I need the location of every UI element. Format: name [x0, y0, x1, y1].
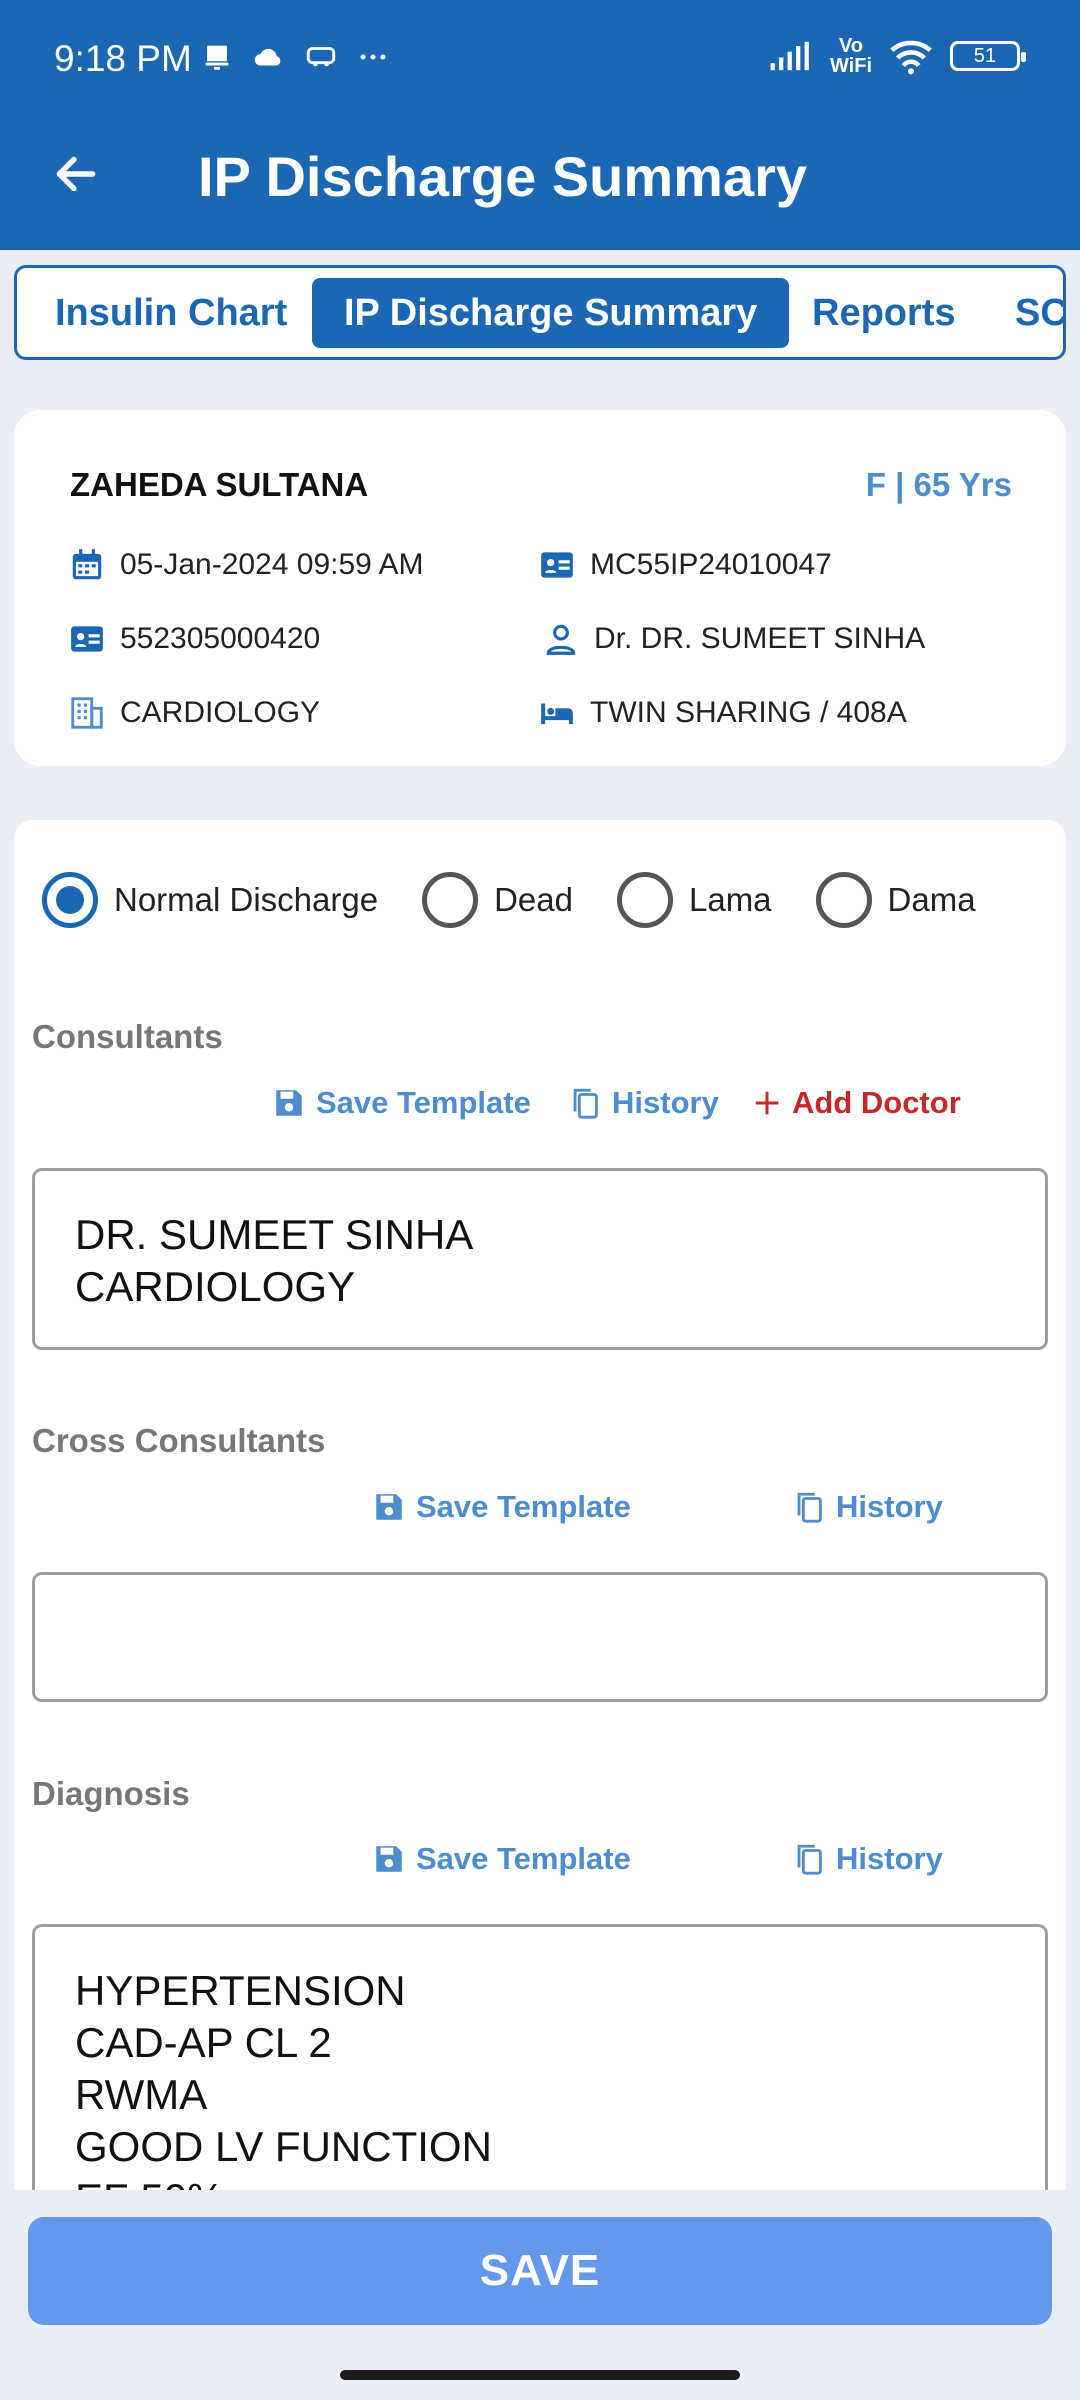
app-header: 9:18 PM Vo WiFi 51 IP Discharge Summary [0, 0, 1080, 250]
ip-number: MC55IP24010047 [590, 548, 832, 581]
save-template-label: Save Template [316, 1085, 531, 1120]
radio-lama[interactable]: Lama [616, 872, 772, 928]
diagnosis-save-template-button[interactable]: Save Template [372, 1841, 631, 1877]
person-icon [546, 624, 576, 655]
id-card-icon [71, 626, 103, 652]
add-doctor-label: Add Doctor [792, 1085, 961, 1120]
consultants-field[interactable]: DR. SUMEET SINHA CARDIOLOGY [32, 1168, 1048, 1350]
doctor-name: Dr. DR. SUMEET SINHA [594, 622, 926, 655]
home-indicator[interactable] [340, 2370, 740, 2380]
arrow-left-icon [56, 156, 96, 192]
cross-consultants-history-button[interactable]: History [792, 1489, 943, 1525]
radio-button-checked[interactable] [42, 872, 98, 928]
add-doctor-button[interactable]: Add Doctor [752, 1085, 961, 1121]
battery-icon: 51 [950, 41, 1026, 71]
radio-label: Dama [887, 881, 976, 918]
diagnosis-title: Diagnosis [32, 1775, 190, 1812]
discharge-type-group: Normal Discharge Dead Lama Dama [42, 872, 1020, 928]
building-icon [71, 697, 103, 729]
cloud-icon [254, 48, 281, 66]
vowifi-top: Vo [838, 35, 864, 57]
cross-consultants-save-template-button[interactable]: Save Template [372, 1489, 631, 1525]
doctor-row: Dr. DR. SUMEET SINHA [542, 620, 925, 658]
radio-label: Dead [494, 881, 573, 918]
bed-row: TWIN SHARING / 408A [538, 694, 907, 732]
patient-name: ZAHEDA SULTANA [70, 466, 369, 503]
status-system-icons: Vo WiFi 51 [764, 36, 1026, 76]
consultants-save-template-button[interactable]: Save Template [272, 1085, 531, 1121]
page-title: IP Discharge Summary [198, 145, 808, 208]
id-card-icon [541, 552, 573, 578]
radio-button[interactable] [616, 872, 673, 928]
status-notification-icons [200, 40, 390, 74]
radio-label: Normal Discharge [114, 881, 379, 918]
more-dots-icon [360, 54, 386, 60]
bus-icon [306, 47, 336, 67]
signal-icon [770, 41, 809, 71]
bed-icon [541, 703, 573, 725]
history-label: History [836, 1841, 943, 1876]
notification-bell-icon [205, 45, 229, 70]
tab-insulin-chart[interactable]: Insulin Chart [55, 278, 287, 348]
discharge-form: Normal Discharge Dead Lama Dama Consulta… [14, 820, 1066, 2190]
save-icon [376, 1494, 402, 1520]
department: CARDIOLOGY [120, 696, 321, 729]
vowifi-bottom: WiFi [829, 55, 872, 77]
wifi-icon [890, 40, 932, 75]
copy-icon [573, 1088, 598, 1119]
radio-dama[interactable]: Dama [815, 872, 976, 928]
cross-consultants-title: Cross Consultants [32, 1422, 326, 1459]
vowifi-icon: Vo WiFi [830, 36, 872, 76]
patient-gender-age: F | 65 Yrs [865, 466, 1012, 503]
copy-icon [797, 1844, 822, 1875]
radio-label: Lama [688, 881, 772, 918]
bed-info: TWIN SHARING / 408A [590, 696, 907, 729]
uhid: 552305000420 [120, 622, 321, 655]
tab-bar: Insulin Chart IP Discharge Summary Repor… [14, 265, 1066, 360]
radio-button[interactable] [815, 872, 872, 928]
radio-button[interactable] [422, 872, 479, 928]
tab-sc[interactable]: SC [1015, 278, 1063, 348]
consultants-history-button[interactable]: History [568, 1085, 719, 1121]
save-template-label: Save Template [416, 1489, 631, 1524]
save-button[interactable]: SAVE [28, 2217, 1052, 2325]
radio-normal-discharge[interactable]: Normal Discharge [42, 872, 378, 928]
calendar-icon [72, 549, 102, 580]
tab-ip-discharge-summary[interactable]: IP Discharge Summary [312, 278, 790, 348]
save-icon [376, 1846, 402, 1872]
uhid-row: 552305000420 [68, 620, 320, 658]
diagnosis-history-button[interactable]: History [792, 1841, 943, 1877]
copy-icon [797, 1492, 822, 1523]
status-bar: 9:18 PM Vo WiFi 51 [0, 0, 1080, 110]
history-label: History [612, 1085, 719, 1120]
save-icon [276, 1090, 302, 1116]
consultants-title: Consultants [32, 1018, 223, 1055]
patient-info-card: ZAHEDA SULTANA F | 65 Yrs 05-Jan-2024 09… [14, 410, 1066, 766]
back-button[interactable] [40, 138, 112, 210]
status-time: 9:18 PM [54, 38, 192, 79]
admit-datetime: 05-Jan-2024 09:59 AM [120, 548, 424, 581]
history-label: History [836, 1489, 943, 1524]
plus-icon [755, 1091, 779, 1115]
tab-reports[interactable]: Reports [812, 278, 956, 348]
diagnosis-field[interactable]: HYPERTENSION CAD-AP CL 2 RWMA GOOD LV FU… [32, 1924, 1048, 2190]
ip-number-row: MC55IP24010047 [538, 546, 832, 584]
admit-date-row: 05-Jan-2024 09:59 AM [68, 546, 424, 584]
department-row: CARDIOLOGY [68, 694, 320, 732]
save-template-label: Save Template [416, 1841, 631, 1876]
radio-dead[interactable]: Dead [422, 872, 573, 928]
cross-consultants-field[interactable] [32, 1572, 1048, 1702]
